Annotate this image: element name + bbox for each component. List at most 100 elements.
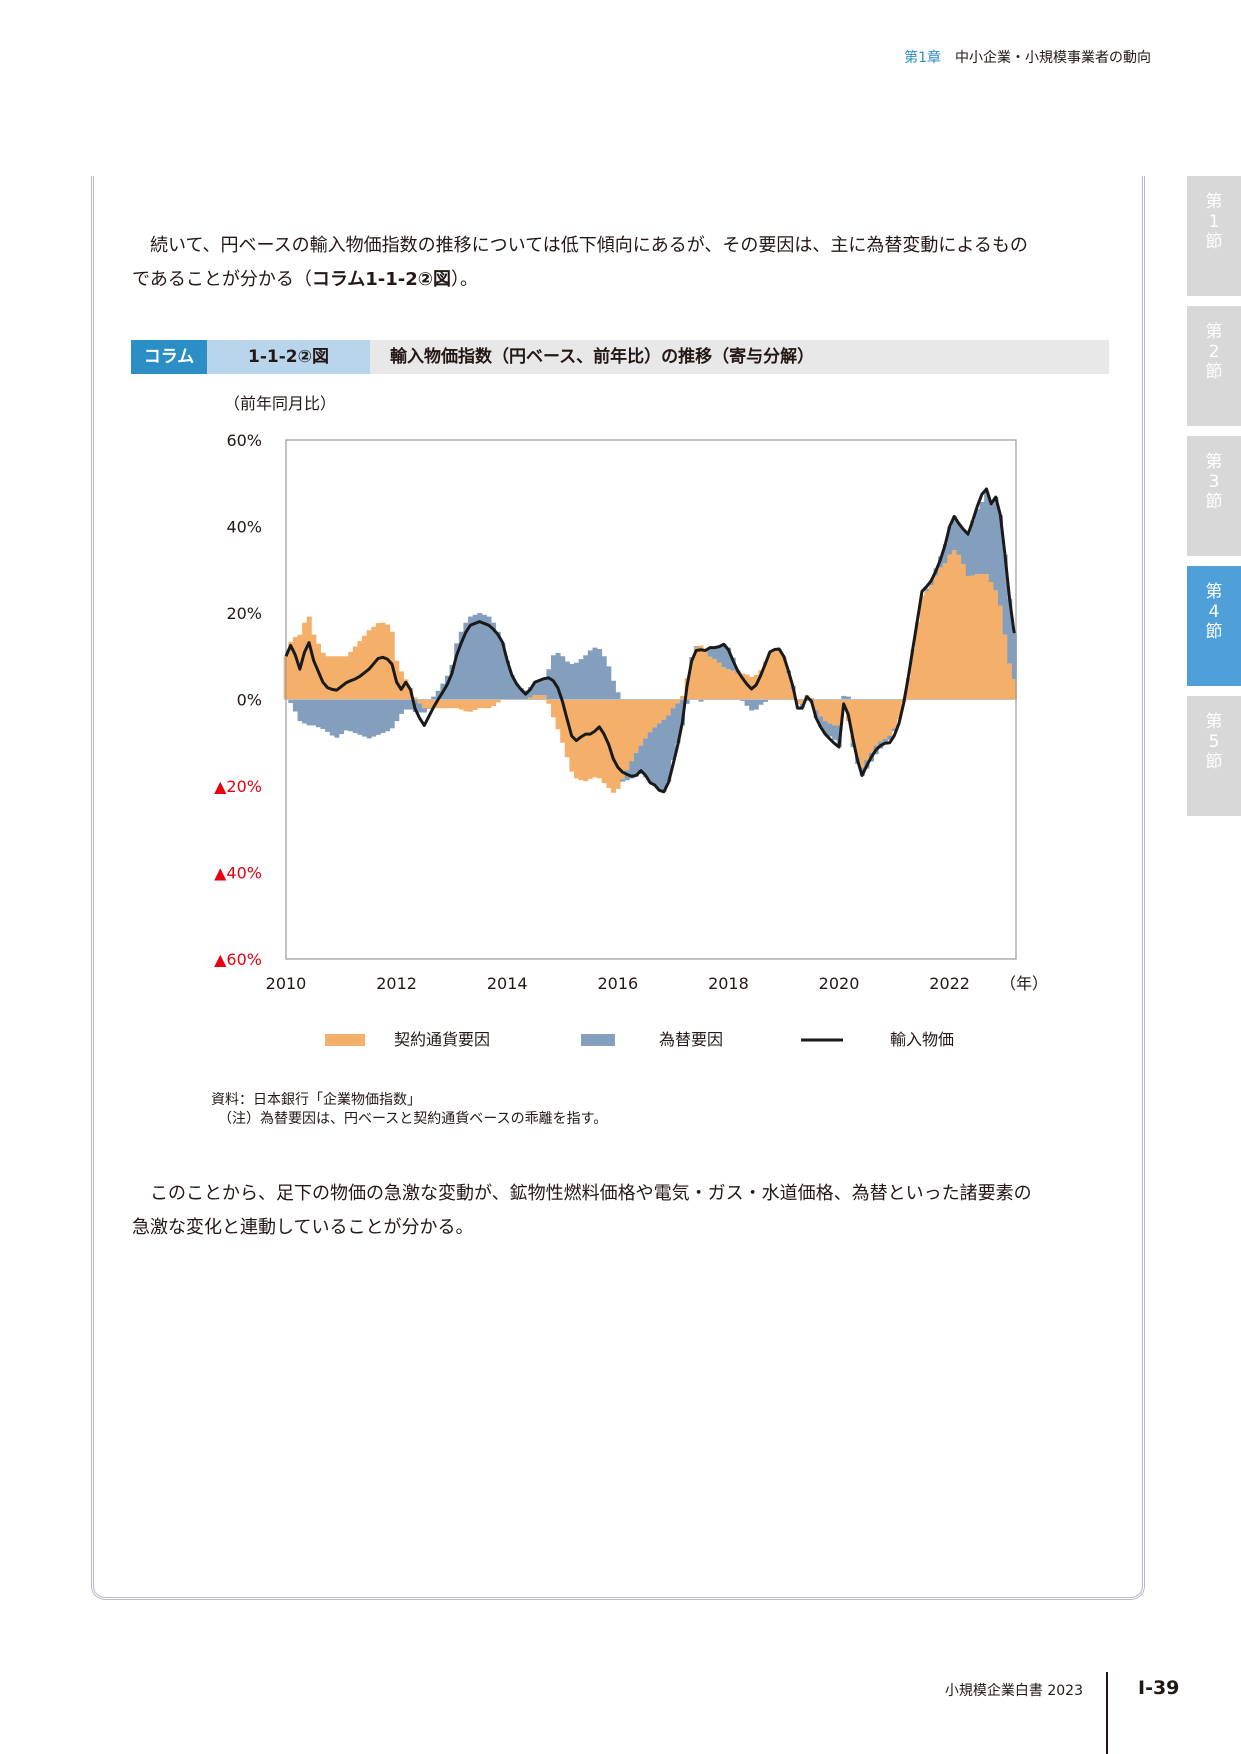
fx-bar: [362, 699, 368, 737]
x-tick-label: 2014: [487, 974, 528, 993]
contract-bar: [444, 699, 451, 709]
contract-bar: [449, 699, 455, 709]
side-tab-section-4[interactable]: 第4節: [1187, 566, 1241, 686]
contract-bar: [951, 550, 957, 700]
fx-bar: [417, 703, 423, 713]
side-tab-section-2[interactable]: 第2節: [1187, 306, 1241, 426]
fx-bar: [288, 699, 294, 704]
fx-bar: [311, 699, 317, 726]
fx-bar: [592, 647, 598, 700]
contract-bar: [864, 699, 870, 761]
contract-bar: [892, 699, 898, 729]
contract-bar: [988, 582, 994, 700]
page-number: Ⅰ-39: [1138, 1677, 1180, 1699]
contract-bar: [859, 699, 865, 768]
contract-bar: [541, 695, 547, 700]
fx-bar: [389, 699, 395, 729]
fx-bar: [832, 725, 838, 740]
fx-bar: [606, 666, 612, 700]
outro-line-1: このことから、足下の物価の急激な変動が、鉱物性燃料価格や電気・ガス・水道価格、為…: [150, 1183, 1032, 1204]
import-price-chart: （前年同月比） 60% 40% 20% 0% ▲20% ▲40% ▲60% 2010 2012…: [214, 394, 1048, 1049]
y-tick-label: 40%: [226, 518, 262, 537]
fx-bar: [993, 497, 999, 591]
fx-bar: [491, 622, 497, 700]
fx-bar: [421, 708, 427, 713]
contract-bar: [827, 699, 833, 724]
contract-bar: [703, 650, 709, 700]
contract-bar: [491, 699, 497, 706]
fx-bar: [758, 699, 764, 705]
fx-bar: [357, 699, 363, 735]
x-tick-label: 2012: [376, 974, 417, 993]
contract-bar: [979, 574, 985, 700]
contract-bar: [458, 699, 464, 710]
fx-bar: [292, 699, 298, 712]
contract-bar: [670, 699, 676, 709]
side-tab-section-3[interactable]: 第3節: [1187, 436, 1241, 556]
fx-bar: [426, 708, 432, 709]
y-tick-label: ▲40%: [214, 864, 262, 883]
contract-bar: [550, 699, 557, 718]
contract-bar: [652, 699, 658, 728]
contract-bar: [661, 699, 667, 720]
contract-bar: [974, 574, 980, 700]
contract-bar: [357, 641, 363, 700]
contract-bar: [306, 616, 312, 700]
contract-bar: [334, 656, 340, 700]
fx-bar: [297, 699, 303, 722]
contract-bar: [965, 576, 971, 700]
contract-bar: [629, 699, 635, 762]
contract-bar: [721, 667, 727, 700]
contract-bar: [868, 699, 874, 753]
contract-bar: [633, 699, 639, 753]
fx-bar: [366, 699, 372, 739]
y-tick-label: 60%: [226, 431, 262, 450]
contract-bar: [919, 595, 925, 700]
contract-bar: [707, 656, 713, 700]
fx-bar: [481, 614, 487, 700]
contract-bar: [882, 699, 888, 739]
contract-bar: [698, 645, 704, 700]
fx-bar: [569, 663, 575, 700]
x-tick-labels: 2010 2012 2014 2016 2018 2020 2022: [266, 974, 970, 993]
contract-bar: [666, 699, 672, 716]
fx-bar: [574, 662, 580, 700]
fx-bar: [394, 699, 400, 722]
contract-bar: [832, 699, 838, 726]
contract-bar: [454, 699, 460, 709]
contract-bar: [928, 585, 934, 700]
contract-bar: [343, 656, 349, 700]
contract-bar: [292, 637, 298, 700]
side-tab-label: 第1節: [1205, 192, 1223, 252]
contract-bar: [440, 699, 446, 709]
fx-bar: [375, 699, 381, 735]
side-tab-section-1[interactable]: 第1節: [1187, 176, 1241, 296]
side-tab-label: 第4節: [1205, 582, 1223, 642]
side-tab-section-5[interactable]: 第5節: [1187, 696, 1241, 816]
legend-label-fx: 為替要因: [659, 1030, 723, 1049]
fx-bar: [587, 650, 593, 700]
fx-bar: [472, 614, 478, 700]
contract-bar: [924, 590, 930, 700]
fx-bar: [661, 719, 667, 792]
figure-source: 資料：日本銀行「企業物価指数」: [211, 1092, 421, 1108]
contract-bar: [481, 699, 487, 709]
contract-bar: [532, 695, 538, 700]
contract-bar: [325, 656, 331, 700]
contract-bar: [421, 699, 427, 709]
contract-bar: [597, 699, 603, 779]
side-tab-label: 第3節: [1205, 452, 1223, 512]
x-tick-label: 2018: [708, 974, 749, 993]
contract-bar: [647, 699, 653, 733]
y-axis-label: （前年同月比）: [224, 394, 336, 413]
fx-bar: [306, 699, 312, 726]
contract-bar: [380, 622, 386, 700]
outro-paragraph: このことから、足下の物価の急激な変動が、鉱物性燃料価格や電気・ガス・水道価格、為…: [132, 1177, 1110, 1245]
contract-bar: [555, 699, 561, 730]
contract-bar: [716, 662, 722, 700]
fx-bar: [979, 501, 985, 575]
contract-bar: [620, 699, 626, 780]
contract-bar: [878, 699, 884, 742]
fx-bar: [601, 656, 607, 700]
contract-bar: [352, 646, 358, 700]
